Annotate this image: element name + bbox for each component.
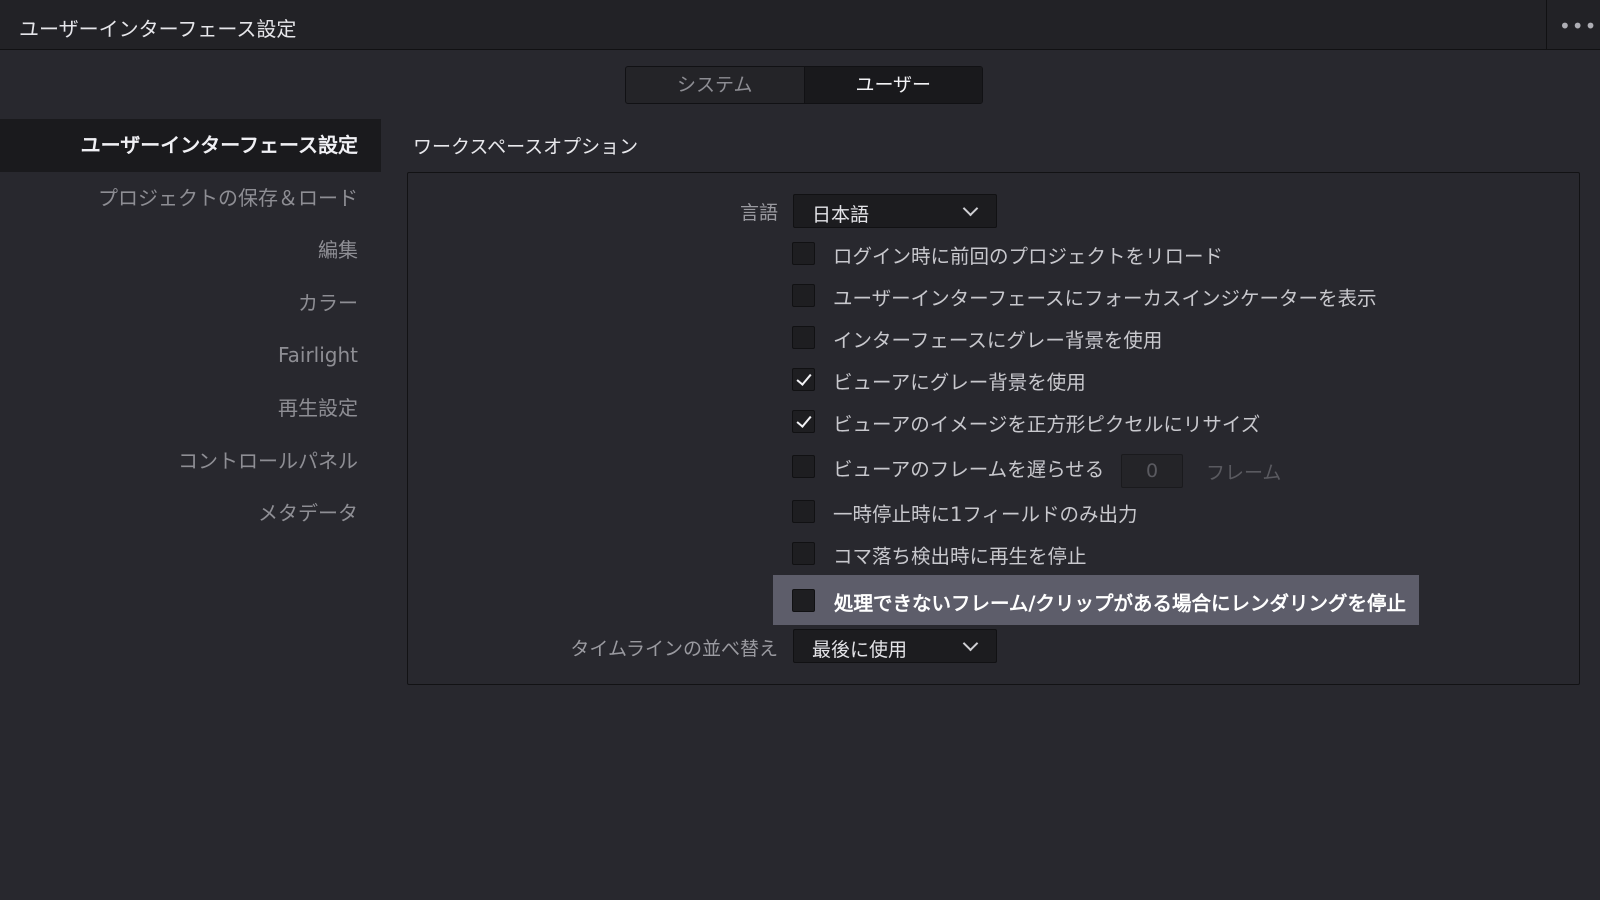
checkbox-checked[interactable] (792, 368, 815, 391)
option-row-hovered: 処理できないフレーム/クリップがある場合にレンダリングを停止 (773, 575, 1419, 625)
settings-tabs: システム ユーザー (625, 66, 983, 104)
frame-delay-input[interactable]: 0 (1121, 454, 1183, 488)
timeline-sort-label: タイムラインの並べ替え (570, 638, 778, 660)
sidebar-item-control-panels[interactable]: コントロールパネル (0, 435, 381, 488)
checkbox[interactable] (792, 242, 815, 265)
language-value: 日本語 (812, 204, 870, 226)
checkbox[interactable] (792, 284, 815, 307)
option-label: インターフェースにグレー背景を使用 (833, 329, 1163, 352)
window-title: ユーザーインターフェース設定 (19, 17, 297, 41)
checkbox[interactable] (792, 589, 815, 612)
sidebar-item-ui-settings[interactable]: ユーザーインターフェース設定 (0, 119, 381, 172)
sidebar-item-fairlight[interactable]: Fairlight (0, 329, 381, 382)
language-dropdown[interactable]: 日本語 (793, 194, 997, 228)
sidebar-item-playback[interactable]: 再生設定 (0, 382, 381, 435)
chevron-down-icon (962, 200, 979, 217)
language-label: 言語 (739, 202, 778, 224)
sidebar-item-metadata[interactable]: メタデータ (0, 487, 381, 540)
option-label: ビューアのフレームを遅らせる (833, 458, 1105, 481)
option-label: ビューアのイメージを正方形ピクセルにリサイズ (833, 413, 1261, 436)
section-title: ワークスペースオプション (413, 136, 639, 158)
checkbox[interactable] (792, 542, 815, 565)
sidebar-item-edit[interactable]: 編集 (0, 224, 381, 277)
title-bar: ユーザーインターフェース設定 ••• (0, 0, 1600, 50)
tab-user[interactable]: ユーザー (803, 67, 982, 103)
sidebar-item-project-save-load[interactable]: プロジェクトの保存＆ロード (0, 172, 381, 225)
checkbox[interactable] (792, 500, 815, 523)
option-label: 処理できないフレーム/クリップがある場合にレンダリングを停止 (834, 592, 1407, 615)
chevron-down-icon (962, 635, 979, 652)
option-label: ビューアにグレー背景を使用 (833, 371, 1086, 394)
more-options-button[interactable]: ••• (1546, 0, 1600, 49)
frame-unit-label: フレーム (1206, 462, 1282, 484)
checkmark-icon (796, 412, 812, 428)
checkbox-checked[interactable] (792, 410, 815, 433)
tab-system[interactable]: システム (626, 67, 804, 103)
option-label: コマ落ち検出時に再生を停止 (833, 545, 1087, 568)
checkmark-icon (796, 370, 812, 386)
sidebar: ユーザーインターフェース設定 プロジェクトの保存＆ロード 編集 カラー Fair… (0, 119, 381, 540)
option-label: ユーザーインターフェースにフォーカスインジケーターを表示 (833, 287, 1377, 310)
ellipsis-icon: ••• (1559, 14, 1598, 38)
timeline-sort-dropdown[interactable]: 最後に使用 (793, 629, 997, 663)
checkbox[interactable] (792, 326, 815, 349)
sidebar-item-color[interactable]: カラー (0, 277, 381, 330)
checkbox[interactable] (792, 455, 815, 478)
option-label: ログイン時に前回のプロジェクトをリロード (833, 245, 1224, 268)
option-label: 一時停止時に1フィールドのみ出力 (833, 503, 1138, 526)
timeline-sort-value: 最後に使用 (812, 639, 908, 661)
